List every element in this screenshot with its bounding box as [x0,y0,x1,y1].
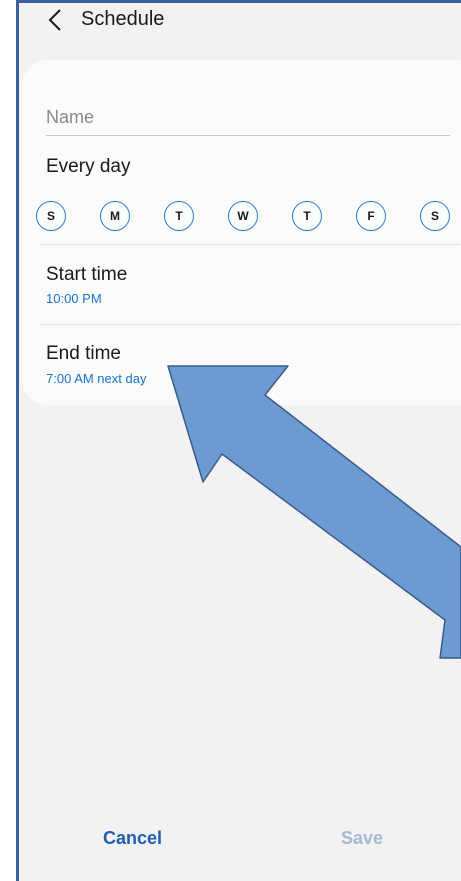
cancel-button[interactable]: Cancel [103,828,162,849]
page-title: Schedule [81,8,165,30]
schedule-card: Every day S M T W T F S Start time 10:00… [22,60,461,405]
day-toggle-wednesday[interactable]: W [228,201,258,231]
end-time-value: 7:00 AM next day [46,371,147,386]
start-time-label: Start time [46,264,128,285]
day-toggle-thursday[interactable]: T [292,201,322,231]
day-selector: S M T W T F S [36,201,461,231]
end-time-row[interactable]: End time 7:00 AM next day [22,328,461,402]
repeat-label: Every day [46,156,131,177]
back-button[interactable] [41,5,69,35]
start-time-value: 10:00 PM [46,291,102,306]
save-button[interactable]: Save [341,828,383,849]
day-toggle-friday[interactable]: F [356,201,386,231]
screen: Schedule Every day S M T W T F S Start t… [0,0,461,881]
app-header: Schedule [19,3,461,43]
end-time-label: End time [46,343,121,364]
divider [40,324,460,325]
start-time-row[interactable]: Start time 10:00 PM [22,248,461,322]
left-margin [0,0,16,881]
divider [40,244,460,245]
left-border-line [16,0,19,881]
back-chevron-icon [48,9,61,31]
day-toggle-tuesday[interactable]: T [164,201,194,231]
day-toggle-saturday[interactable]: S [420,201,450,231]
name-input[interactable] [46,99,450,136]
day-toggle-sunday[interactable]: S [36,201,66,231]
day-toggle-monday[interactable]: M [100,201,130,231]
